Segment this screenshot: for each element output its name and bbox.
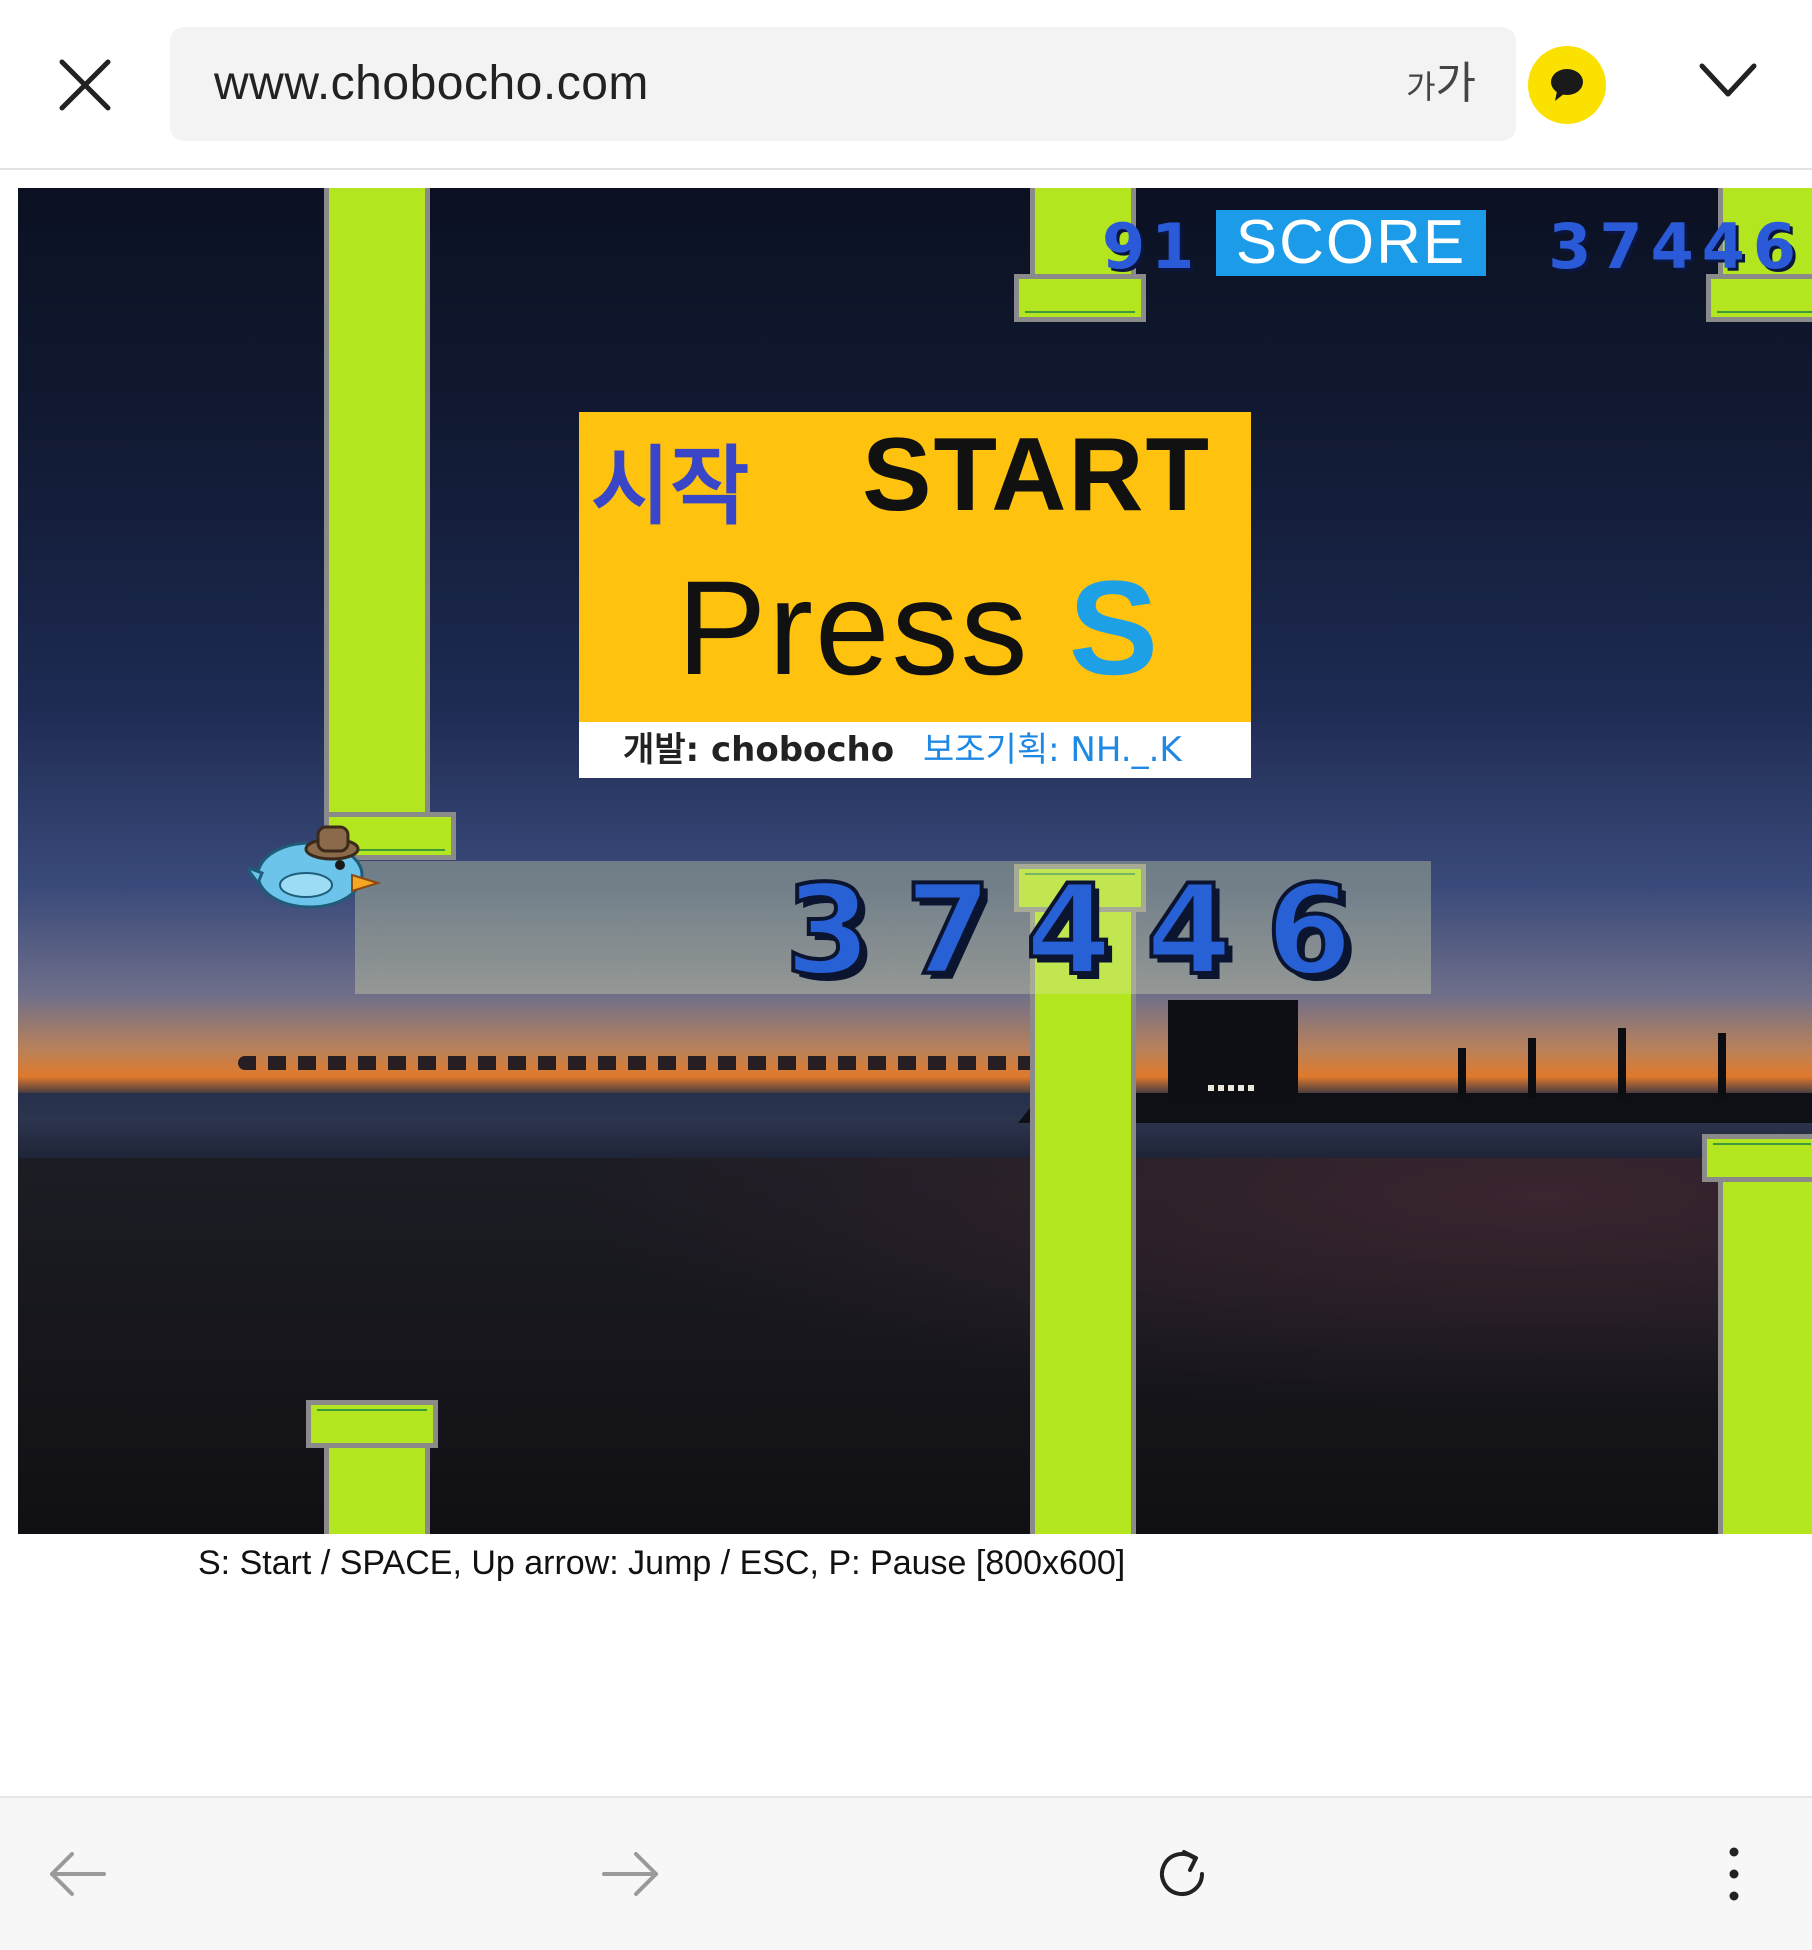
- text-size-small-label: 가: [1406, 68, 1436, 106]
- hud-left-counter: 91: [1102, 210, 1201, 283]
- start-panel[interactable]: 시작 START Press S 개발: chobocho 보조기획: NH._…: [579, 412, 1251, 778]
- more-vertical-icon: [1729, 1847, 1739, 1901]
- menu-chevron-button[interactable]: [1696, 58, 1760, 104]
- beach-background: [18, 1158, 1812, 1534]
- credit-planner: 보조기획: NH._.K: [923, 730, 1182, 770]
- credit-developer: 개발: chobocho: [623, 730, 895, 770]
- arrow-right-icon: [602, 1852, 658, 1896]
- controls-instructions: S: Start / SPACE, Up arrow: Jump / ESC, …: [198, 1544, 1126, 1582]
- browser-bottom-bar: [0, 1796, 1812, 1950]
- breakwater-silhouette: [1018, 1093, 1812, 1123]
- pipe-bottom-right: [1718, 1166, 1812, 1534]
- more-options-button[interactable]: [1702, 1842, 1766, 1906]
- press-instruction: Press S: [677, 552, 1160, 705]
- press-key: S: [1068, 554, 1161, 703]
- hud-score-value: 37446: [1548, 210, 1804, 283]
- best-score-digits: 37446: [783, 857, 1387, 1005]
- bird-sprite: [248, 825, 382, 909]
- start-title-korean: 시작: [591, 437, 750, 537]
- close-button[interactable]: [52, 52, 118, 118]
- url-text[interactable]: www.chobocho.com: [214, 27, 649, 141]
- credits-bar: 개발: chobocho 보조기획: NH._.K: [579, 722, 1251, 778]
- pipe-top-left: [324, 188, 430, 816]
- score-label: SCORE: [1235, 208, 1467, 277]
- address-bar[interactable]: www.chobocho.com 가가: [170, 27, 1516, 141]
- palm-tree: [1718, 1033, 1726, 1098]
- palm-tree: [1458, 1048, 1466, 1098]
- browser-toolbar: www.chobocho.com 가가: [0, 0, 1812, 170]
- reload-icon: [1160, 1850, 1204, 1896]
- text-size-button[interactable]: 가가: [1406, 27, 1476, 144]
- best-score-strip: 37446: [355, 857, 1431, 1005]
- palm-tree: [1528, 1038, 1536, 1098]
- press-word: Press: [677, 554, 1030, 703]
- chat-bubble-icon: [1551, 69, 1583, 101]
- arrow-left-icon: [50, 1852, 106, 1896]
- score-badge: SCORE: [1216, 210, 1486, 276]
- forward-button[interactable]: [598, 1842, 662, 1906]
- building-silhouette: [1168, 1000, 1298, 1100]
- pipe-cap-bottom-right: [1702, 1134, 1812, 1182]
- palm-tree: [1618, 1028, 1626, 1098]
- text-size-large-label: 가: [1435, 58, 1476, 109]
- start-title-english: START: [862, 417, 1211, 533]
- kakaotalk-share-button[interactable]: [1528, 46, 1606, 124]
- horizon-clouds: [238, 1056, 1058, 1070]
- game-canvas[interactable]: 91 SCORE 37446 시작 START Press S 개발: chob…: [18, 188, 1812, 1534]
- back-button[interactable]: [46, 1842, 110, 1906]
- chevron-down-icon: [1699, 63, 1757, 97]
- reload-button[interactable]: [1150, 1842, 1214, 1906]
- pipe-cap-bottom-left: [306, 1400, 438, 1448]
- close-icon: [59, 59, 111, 111]
